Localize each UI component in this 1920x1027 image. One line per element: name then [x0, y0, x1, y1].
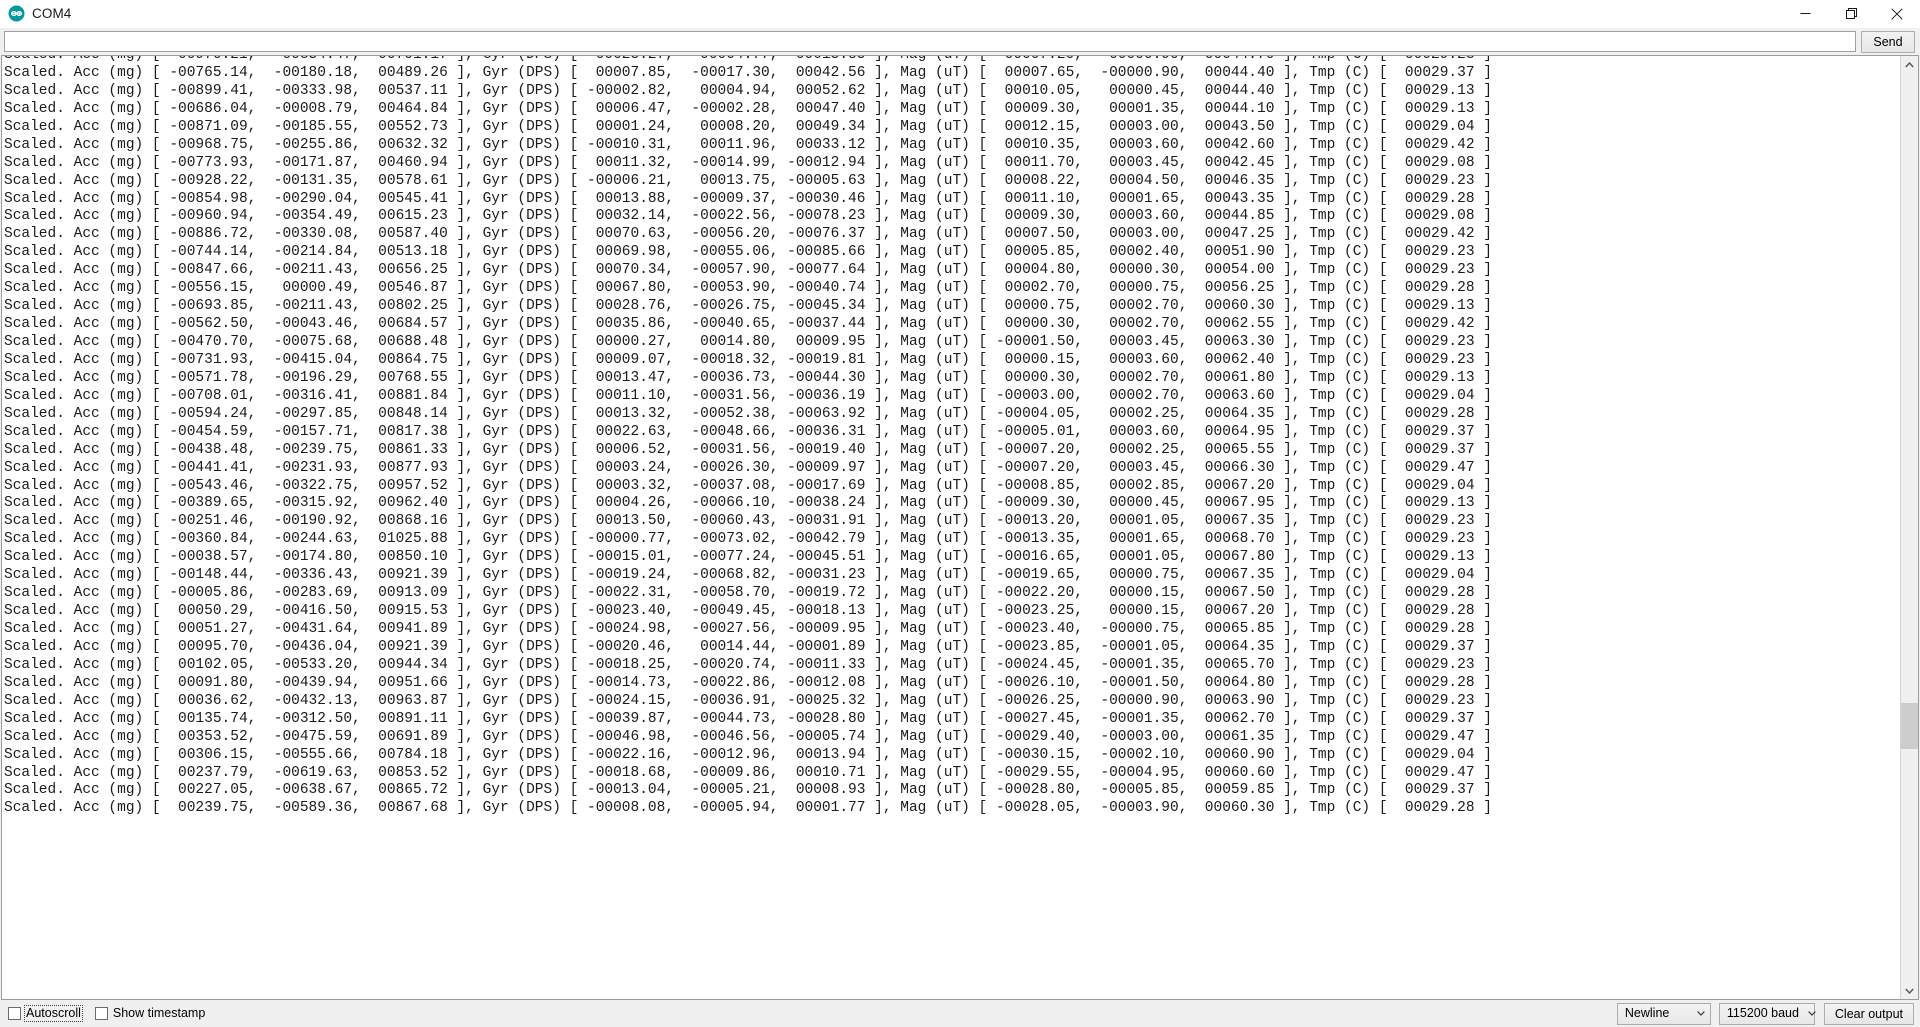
show-timestamp-checkbox[interactable]: Show timestamp — [94, 1006, 206, 1021]
show-timestamp-checkbox-box[interactable] — [94, 1007, 108, 1020]
window-controls — [1782, 0, 1920, 27]
serial-output-line: Scaled. Acc (mg) [ -00871.09, -00185.55,… — [4, 118, 1492, 135]
serial-monitor-window: COM4 Send Scaled. Acc (mg) [-00970.21, … — [0, 0, 1920, 1027]
baud-rate-value: 115200 baud — [1726, 1006, 1799, 1021]
serial-output-line: Scaled. Acc (mg) [ 00237.79, -00619.63, … — [4, 764, 1492, 781]
serial-output-line: Scaled. Acc (mg) [ -00360.84, -00244.63,… — [4, 531, 1492, 548]
serial-send-input[interactable] — [4, 31, 1856, 52]
status-bar: Autoscroll Show timestamp Newline 115200… — [0, 1000, 1920, 1027]
serial-output-line: Scaled. Acc (mg) [ 00095.70, -00436.04, … — [4, 638, 1492, 655]
autoscroll-label: Autoscroll — [24, 1005, 83, 1022]
window-title: COM4 — [32, 5, 72, 21]
serial-output-line: Scaled. Acc (mg) [ -00594.24, -00297.85,… — [4, 405, 1492, 422]
serial-output-line: Scaled. Acc (mg) [ -00744.14, -00214.84,… — [4, 244, 1492, 261]
chevron-down-icon[interactable] — [1901, 982, 1918, 999]
autoscroll-checkbox[interactable]: Autoscroll — [8, 1005, 83, 1022]
serial-output-line: Scaled. Acc (mg) [ -00470.70, -00075.68,… — [4, 334, 1492, 350]
scrollbar-thumb[interactable] — [1901, 703, 1918, 749]
arduino-infinity-icon — [8, 5, 25, 22]
serial-output-line: Scaled. Acc (mg) [ 00102.05, -00533.20, … — [4, 656, 1492, 673]
serial-output-line: Scaled. Acc (mg) [ -00960.94, -00354.49,… — [4, 208, 1492, 225]
serial-output-line: Scaled. Acc (mg) [ -00441.41, -00231.93,… — [4, 459, 1492, 476]
serial-output-line: Scaled. Acc (mg) [ -00928.22, -00131.35,… — [4, 172, 1492, 189]
serial-output-line: Scaled. Acc (mg) [ -00454.59, -00157.71,… — [4, 423, 1492, 440]
serial-output-line: Scaled. Acc (mg) [ -00038.57, -00174.80,… — [4, 549, 1492, 566]
output-vertical-scrollbar[interactable] — [1900, 56, 1918, 999]
serial-output-line: Scaled. Acc (mg) [ -00968.75, -00255.86,… — [4, 136, 1492, 153]
serial-output-line: Scaled. Acc (mg) [ -00562.50, -00043.46,… — [4, 316, 1492, 333]
chevron-down-icon — [1696, 1011, 1706, 1016]
title-bar-left: COM4 — [0, 5, 71, 22]
serial-output-line: Scaled. Acc (mg) [ 00227.05, -00638.67, … — [4, 782, 1492, 799]
serial-output-line: Scaled. Acc (mg) [ 00306.15, -00555.66, … — [4, 746, 1492, 763]
serial-output-line: Scaled. Acc (mg) [ 00051.27, -00431.64, … — [4, 621, 1492, 637]
close-icon[interactable] — [1874, 0, 1920, 27]
baud-rate-select[interactable]: 115200 baud — [1718, 1002, 1817, 1025]
serial-output-line: Scaled. Acc (mg) [ -00693.85, -00211.43,… — [4, 298, 1492, 315]
minimize-icon[interactable] — [1782, 0, 1828, 27]
serial-output-line: Scaled. Acc (mg) [ -00389.65, -00315.92,… — [4, 495, 1492, 512]
serial-output-line: Scaled. Acc (mg) [ 00050.29, -00416.50, … — [4, 603, 1492, 620]
serial-output-line: Scaled. Acc (mg) [ -00847.66, -00211.43,… — [4, 262, 1492, 279]
serial-output-line: Scaled. Acc (mg) [ -00571.78, -00196.29,… — [4, 369, 1492, 386]
title-bar: COM4 — [0, 0, 1920, 28]
serial-output-line: Scaled. Acc (mg) [ -00708.01, -00316.41,… — [4, 387, 1492, 404]
serial-output-panel: Scaled. Acc (mg) [ -00970.21, -00354.47,… — [1, 55, 1919, 1000]
serial-output-line: Scaled. Acc (mg) [ -00556.15, 00000.49, … — [4, 280, 1492, 297]
serial-output-line: Scaled. Acc (mg) [ -00970.21, -00354.47,… — [4, 55, 1492, 63]
serial-output-line: Scaled. Acc (mg) [ -00773.93, -00171.87,… — [4, 154, 1492, 171]
serial-output-line: Scaled. Acc (mg) [ 00239.75, -00589.36, … — [4, 800, 1492, 817]
chevron-down-icon — [1807, 1011, 1817, 1016]
serial-output-line: Scaled. Acc (mg) [ -00886.72, -00330.08,… — [4, 226, 1492, 243]
serial-output-line: Scaled. Acc (mg) [ -00765.14, -00180.18,… — [4, 64, 1492, 81]
scrollbar-track[interactable] — [1901, 73, 1918, 982]
show-timestamp-label: Show timestamp — [112, 1006, 206, 1021]
serial-output-line: Scaled. Acc (mg) [ -00148.44, -00336.43,… — [4, 567, 1492, 584]
serial-output-line: Scaled. Acc (mg) [ -00251.46, -00190.92,… — [4, 513, 1492, 530]
serial-output-line: Scaled. Acc (mg) [ -00438.48, -00239.75,… — [4, 441, 1492, 458]
serial-output-line: Scaled. Acc (mg) [ -00899.41, -00333.98,… — [4, 82, 1492, 99]
send-button[interactable]: Send — [1861, 30, 1915, 53]
serial-output-line: Scaled. Acc (mg) [ 00135.74, -00312.50, … — [4, 710, 1492, 727]
serial-output-line: Scaled. Acc (mg) [ -00854.98, -00290.04,… — [4, 190, 1492, 207]
serial-output-line: Scaled. Acc (mg) [ 00036.62, -00432.13, … — [4, 692, 1492, 709]
chevron-up-icon[interactable] — [1901, 56, 1918, 73]
serial-output-line: Scaled. Acc (mg) [ -00731.93, -00415.04,… — [4, 351, 1492, 368]
serial-output-line: Scaled. Acc (mg) [ -00005.86, -00283.69,… — [4, 585, 1492, 602]
restore-icon[interactable] — [1828, 0, 1874, 27]
serial-output-line: Scaled. Acc (mg) [ 00091.80, -00439.94, … — [4, 674, 1492, 691]
send-row: Send — [0, 28, 1920, 55]
clear-output-button[interactable]: Clear output — [1823, 1002, 1914, 1025]
serial-output-line: Scaled. Acc (mg) [ -00543.46, -00322.75,… — [4, 477, 1492, 494]
serial-output-line: Scaled. Acc (mg) [ 00353.52, -00475.59, … — [4, 728, 1492, 745]
serial-output-line: Scaled. Acc (mg) [ -00686.04, -00008.79,… — [4, 100, 1492, 117]
autoscroll-checkbox-box[interactable] — [8, 1007, 21, 1020]
line-ending-select[interactable]: Newline — [1616, 1002, 1711, 1025]
line-ending-value: Newline — [1624, 1006, 1670, 1021]
serial-output-text[interactable]: Scaled. Acc (mg) [ -00970.21, -00354.47,… — [2, 55, 1900, 999]
